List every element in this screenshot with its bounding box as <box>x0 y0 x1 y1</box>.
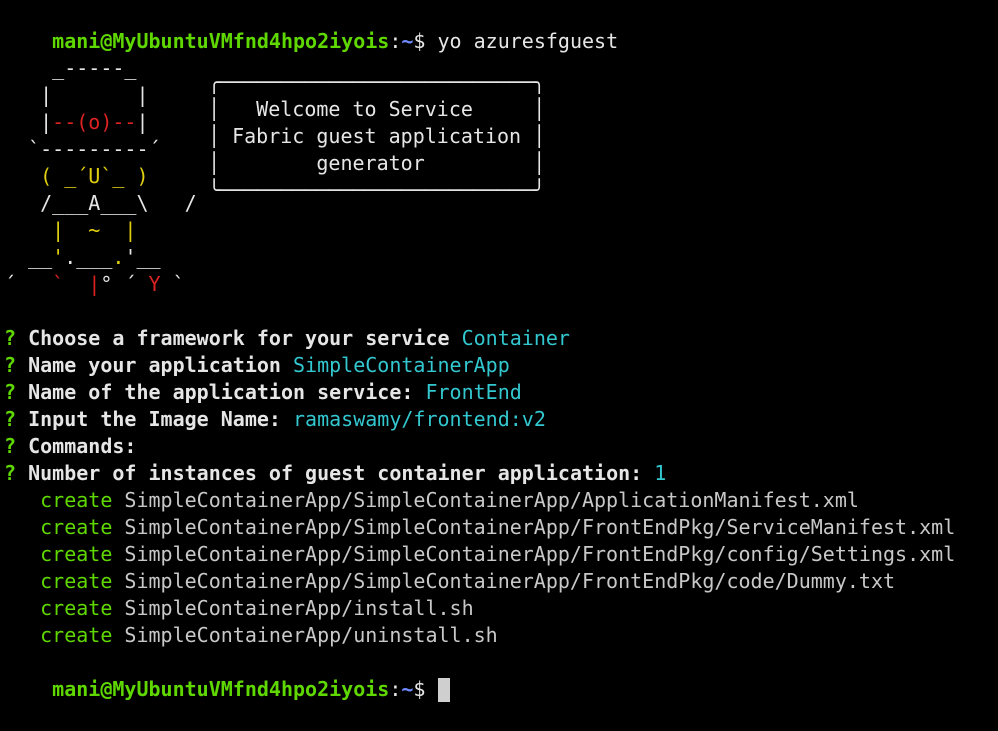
create-action-label: create <box>40 596 113 620</box>
question-label: Number of instances of guest container a… <box>28 461 655 485</box>
terminal-window[interactable]: mani@MyUbuntuVMfnd4hpo2iyois:~$ yo azure… <box>0 0 998 731</box>
prompt-path: ~ <box>401 29 414 53</box>
create-action-label: create <box>40 623 113 647</box>
create-action-label: create <box>40 488 113 512</box>
question-line: ? Name your application SimpleContainerA… <box>4 352 510 379</box>
text-cursor[interactable] <box>437 677 450 702</box>
created-file-line: create SimpleContainerApp/uninstall.sh <box>4 622 498 649</box>
welcome-box-row: ╰──────────────────────────╯ <box>208 178 546 202</box>
ascii-art-row: _-----_ <box>4 56 197 80</box>
ascii-art-row: |--(o)--| <box>4 110 197 134</box>
created-file-line: create SimpleContainerApp/install.sh <box>4 595 474 622</box>
question-answer: 1 <box>654 461 667 485</box>
ascii-art-row: __'.___.'__ <box>4 245 197 269</box>
question-label: Commands: <box>28 434 149 458</box>
question-answer: FrontEnd <box>425 380 522 404</box>
question-label: Input the Image Name: <box>28 407 293 431</box>
question-marker: ? <box>4 380 29 404</box>
final-prompt-symbol: $ <box>413 677 426 701</box>
question-line: ? Choose a framework for your service Co… <box>4 325 570 352</box>
created-file-path: SimpleContainerApp/SimpleContainerApp/Ap… <box>112 488 859 512</box>
prompt-user-host: mani@MyUbuntuVMfnd4hpo2iyois <box>52 29 390 53</box>
question-label: Choose a framework for your service <box>28 326 462 350</box>
ascii-art-row: `---------´ <box>4 137 197 161</box>
created-file-path: SimpleContainerApp/SimpleContainerApp/Fr… <box>112 542 956 566</box>
created-file-path: SimpleContainerApp/install.sh <box>112 596 474 620</box>
created-file-line: create SimpleContainerApp/SimpleContaine… <box>4 568 895 595</box>
welcome-box-row: │ generator │ <box>208 151 546 175</box>
question-line: ? Number of instances of guest container… <box>4 460 666 487</box>
prompt-symbol: $ <box>413 29 426 53</box>
created-file-line: create SimpleContainerApp/SimpleContaine… <box>4 487 859 514</box>
question-line: ? Name of the application service: Front… <box>4 379 522 406</box>
created-file-path: SimpleContainerApp/SimpleContainerApp/Fr… <box>112 569 896 593</box>
question-marker: ? <box>4 326 29 350</box>
final-prompt-path: ~ <box>401 677 414 701</box>
final-prompt-user-host: mani@MyUbuntuVMfnd4hpo2iyois <box>52 677 390 701</box>
create-action-label: create <box>40 542 113 566</box>
question-label: Name of the application service: <box>28 380 426 404</box>
prompt-separator: : <box>389 29 402 53</box>
question-line: ? Commands: <box>4 433 149 460</box>
question-marker: ? <box>4 461 29 485</box>
created-file-path: SimpleContainerApp/uninstall.sh <box>112 623 498 647</box>
command-prompt-line: mani@MyUbuntuVMfnd4hpo2iyois:~$ yo azure… <box>4 1 618 53</box>
question-marker: ? <box>4 353 29 377</box>
question-answer: ramaswamy/frontend:v2 <box>293 407 546 431</box>
question-marker: ? <box>4 434 29 458</box>
question-marker: ? <box>4 407 29 431</box>
ascii-art-row: | | <box>4 83 197 107</box>
question-answer: Container <box>461 326 570 350</box>
welcome-box-row: ╭──────────────────────────╮ <box>208 70 546 94</box>
create-action-label: create <box>40 569 113 593</box>
ascii-art-row: ´ ` |° ´ Y ` <box>4 272 197 296</box>
ascii-art-row: | ~ | <box>4 218 197 242</box>
command-text: yo azuresfguest <box>437 29 619 53</box>
question-answer: SimpleContainerApp <box>293 353 510 377</box>
final-prompt-separator: : <box>389 677 402 701</box>
created-file-line: create SimpleContainerApp/SimpleContaine… <box>4 514 955 541</box>
created-file-path: SimpleContainerApp/SimpleContainerApp/Fr… <box>112 515 956 539</box>
created-file-line: create SimpleContainerApp/SimpleContaine… <box>4 541 955 568</box>
ascii-art-row: ( _´U`_ ) <box>4 164 197 188</box>
final-prompt-line[interactable]: mani@MyUbuntuVMfnd4hpo2iyois:~$ <box>4 649 450 702</box>
create-action-label: create <box>40 515 113 539</box>
question-label: Name your application <box>28 353 293 377</box>
welcome-box-row: │ Fabric guest application │ <box>208 124 546 148</box>
question-line: ? Input the Image Name: ramaswamy/fronte… <box>4 406 546 433</box>
ascii-art-row: /___A___\ / <box>4 191 197 215</box>
welcome-box-row: │ Welcome to Service │ <box>208 97 546 121</box>
